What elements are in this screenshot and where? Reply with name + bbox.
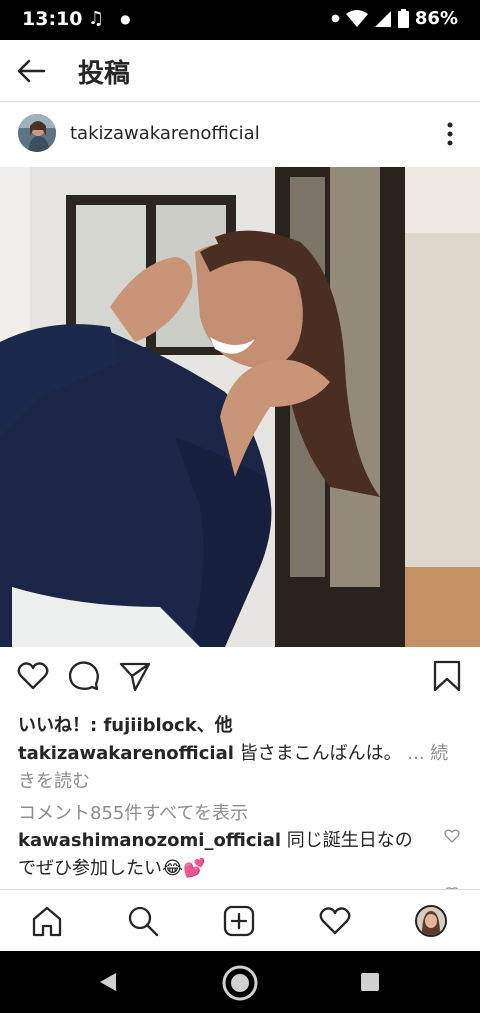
caption: takizawakarenofficial 皆さまこんばんは。 ... 続きを読… <box>18 740 464 796</box>
caption-ellipsis: ... <box>407 743 425 764</box>
back-triangle-icon[interactable] <box>98 972 118 992</box>
wifi-icon <box>345 9 368 27</box>
post-photo-image <box>0 167 480 647</box>
battery-icon <box>397 9 409 28</box>
post-username[interactable]: takizawakarenofficial <box>70 123 260 144</box>
arrow-left-icon[interactable] <box>14 54 48 88</box>
dot-icon: ● <box>120 11 131 26</box>
heart-icon[interactable] <box>16 659 50 693</box>
page-title: 投稿 <box>78 59 131 89</box>
comment-icon[interactable] <box>67 659 101 693</box>
post-header: takizawakarenofficial <box>0 102 480 166</box>
app-header: 投稿 <box>0 40 480 102</box>
dot-icon: ● <box>331 13 340 24</box>
bookmark-icon[interactable] <box>430 659 464 693</box>
share-icon[interactable] <box>118 659 152 693</box>
add-post-icon[interactable] <box>222 904 256 938</box>
avatar[interactable] <box>18 114 56 152</box>
recents-square-icon[interactable] <box>361 973 379 991</box>
home-icon[interactable] <box>30 904 64 938</box>
post-photo[interactable] <box>0 167 480 647</box>
battery-percent: 86% <box>414 8 458 29</box>
android-nav-bar <box>0 951 480 1013</box>
view-all-comments-link[interactable]: コメント855件すべてを表示 <box>18 799 248 825</box>
signal-icon <box>374 10 391 27</box>
caption-username[interactable]: takizawakarenofficial <box>18 743 234 764</box>
status-bar: 13:10 ♫ ● ● 86% <box>0 0 480 40</box>
likes-text[interactable]: いいね！: fujiiblock、他 <box>18 711 233 737</box>
comment: kawashimanozomi_official 同じ誕生日なのでぜひ参加したい… <box>18 827 418 883</box>
comment-username[interactable]: kawashimanozomi_official <box>18 830 281 851</box>
comment-like-heart-icon[interactable] <box>444 828 460 844</box>
activity-heart-icon[interactable] <box>318 904 352 938</box>
music-note-icon: ♫ <box>88 8 105 29</box>
bottom-nav <box>0 889 480 951</box>
more-vertical-icon[interactable] <box>438 120 462 148</box>
search-icon[interactable] <box>126 904 160 938</box>
home-circle-icon[interactable] <box>221 964 259 1002</box>
profile-avatar[interactable] <box>415 905 447 937</box>
caption-text: 皆さまこんばんは。 <box>239 743 402 764</box>
post-actions <box>0 655 480 699</box>
status-time: 13:10 <box>22 8 83 30</box>
